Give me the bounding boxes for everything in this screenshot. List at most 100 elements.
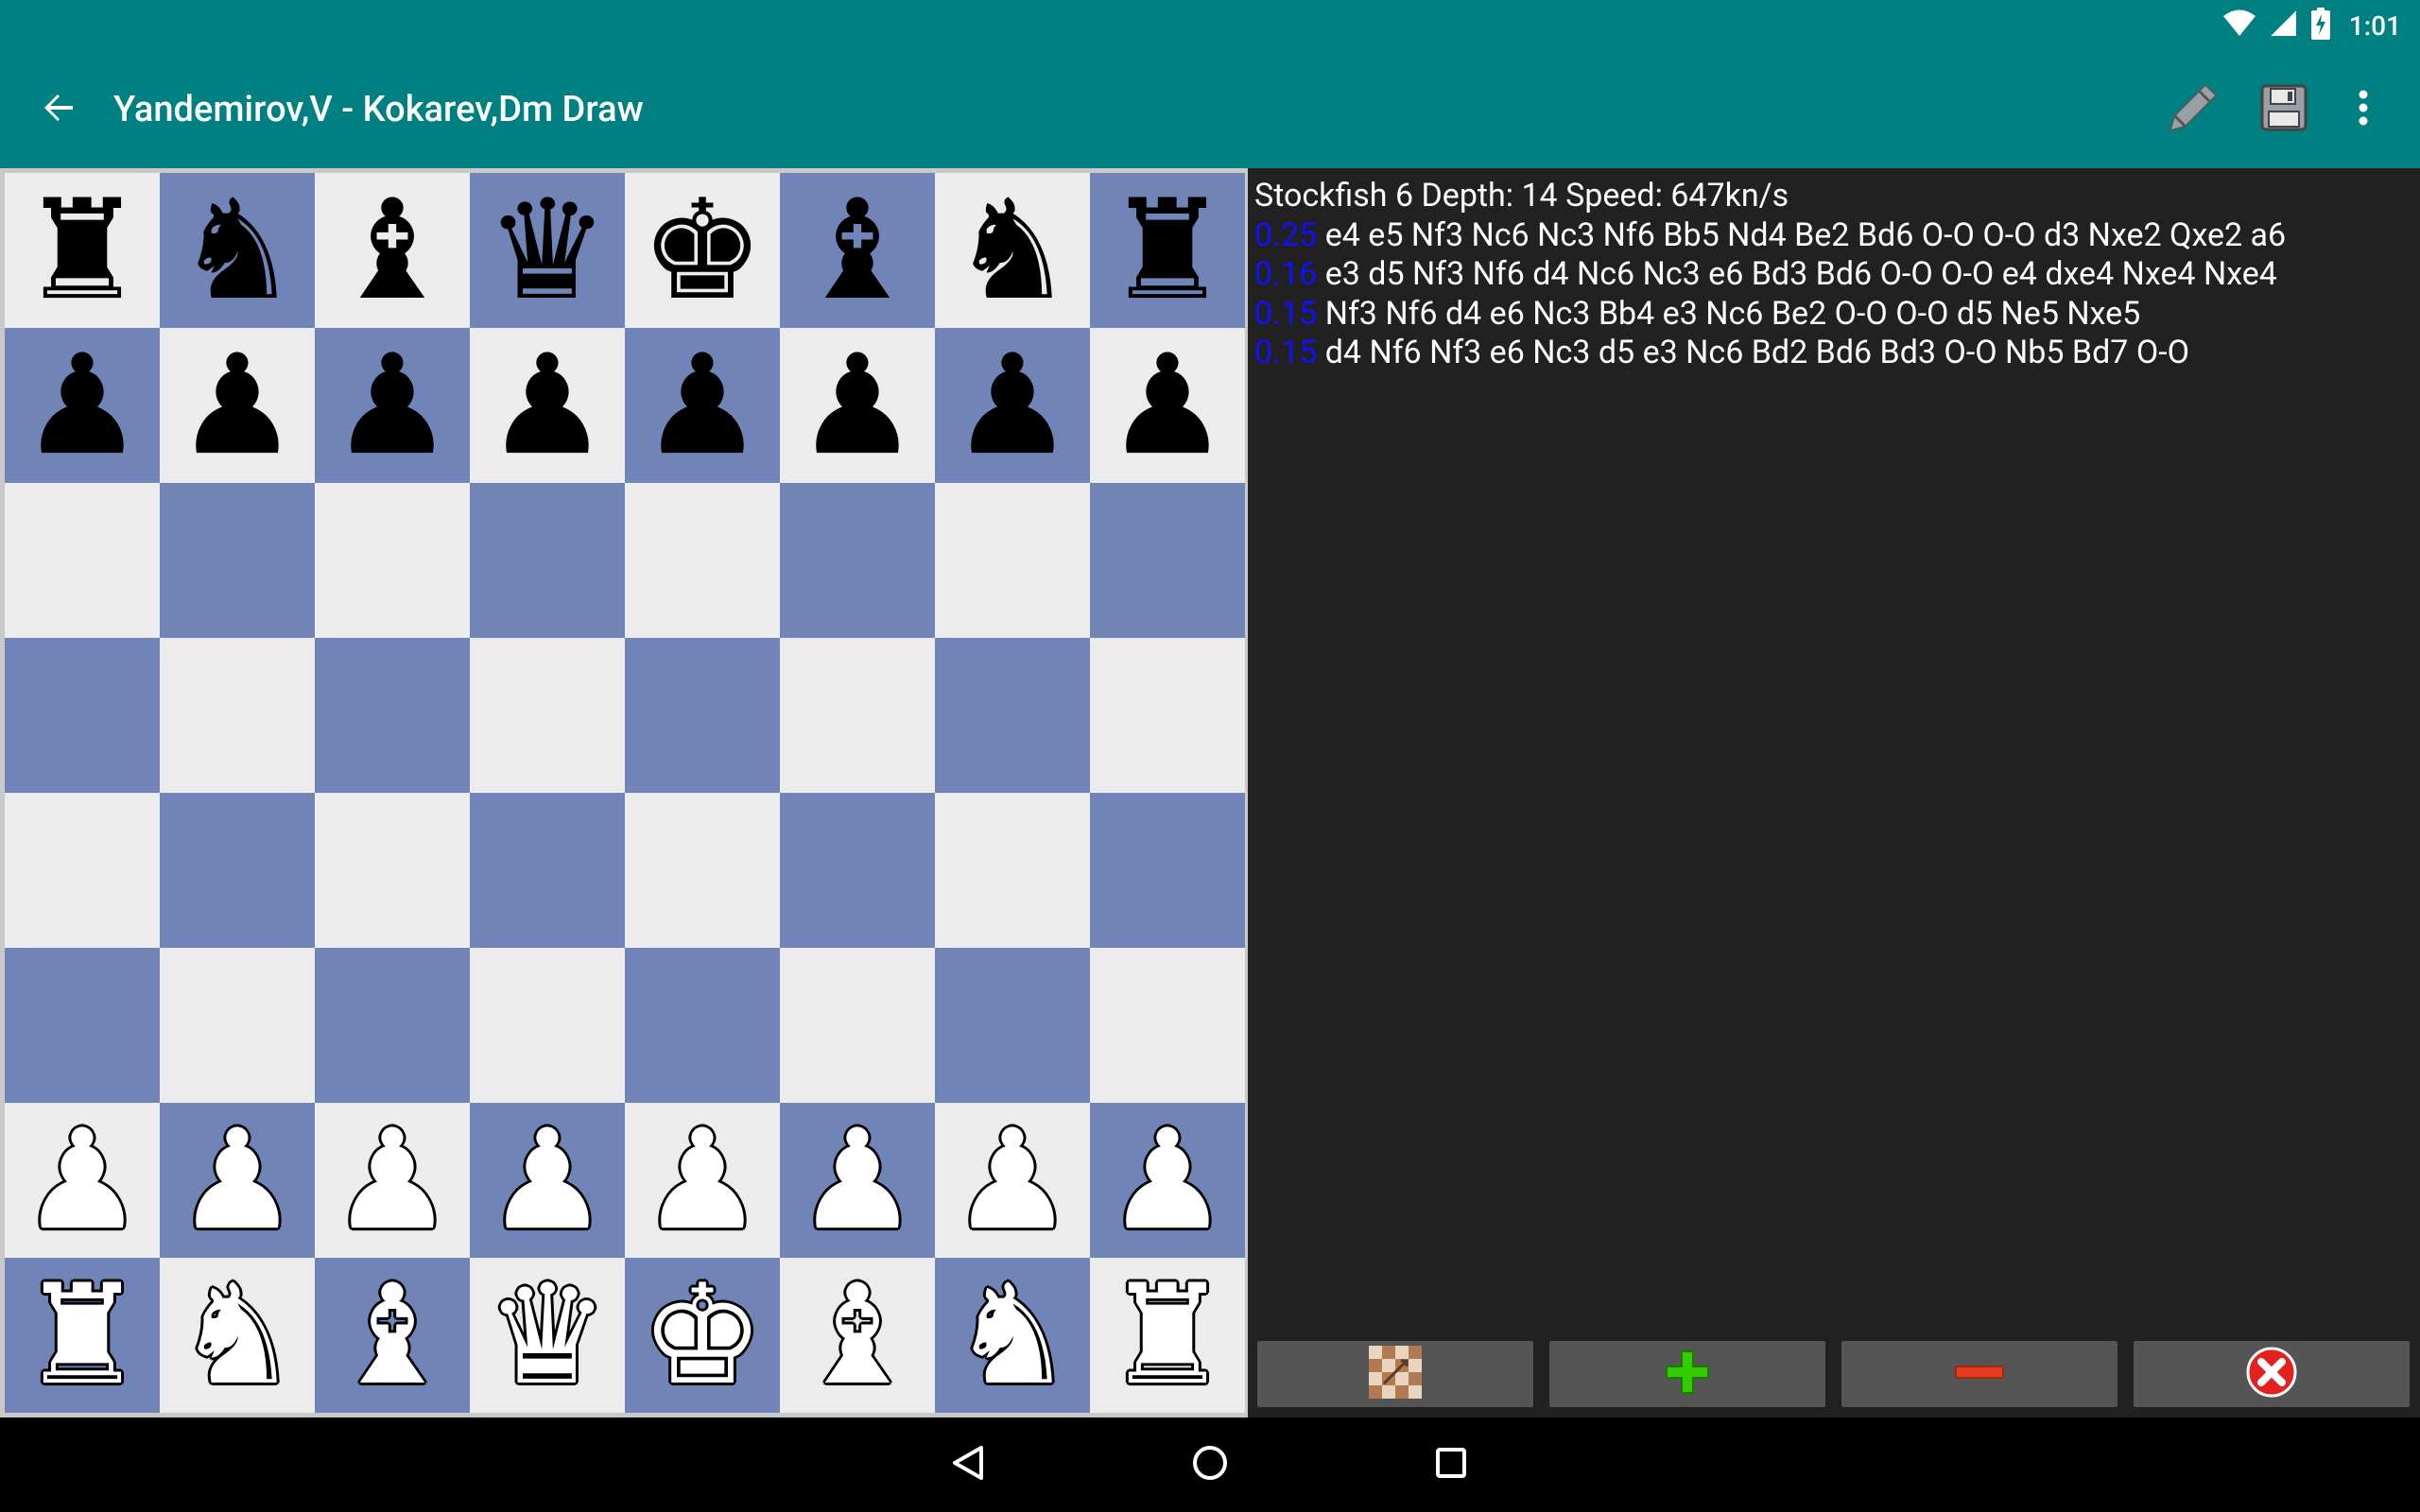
square-f8[interactable]: ♝	[780, 173, 935, 328]
square-d8[interactable]: ♛	[470, 173, 625, 328]
square-h2[interactable]: ♟	[1090, 1103, 1245, 1258]
save-button[interactable]	[2254, 79, 2314, 140]
square-c4[interactable]	[315, 793, 470, 948]
square-f6[interactable]	[780, 483, 935, 638]
square-e1[interactable]: ♚	[625, 1258, 780, 1413]
square-e2[interactable]: ♟	[625, 1103, 780, 1258]
square-h4[interactable]	[1090, 793, 1245, 948]
square-e7[interactable]: ♟	[625, 328, 780, 483]
square-a4[interactable]	[5, 793, 160, 948]
square-d2[interactable]: ♟	[470, 1103, 625, 1258]
black-rook-piece[interactable]: ♜	[1090, 173, 1245, 328]
square-a1[interactable]: ♜	[5, 1258, 160, 1413]
black-pawn-piece[interactable]: ♟	[470, 328, 625, 483]
square-f7[interactable]: ♟	[780, 328, 935, 483]
flip-board-button[interactable]	[1257, 1341, 1533, 1407]
black-pawn-piece[interactable]: ♟	[1090, 328, 1245, 483]
square-c5[interactable]	[315, 638, 470, 793]
square-c6[interactable]	[315, 483, 470, 638]
square-d5[interactable]	[470, 638, 625, 793]
square-e8[interactable]: ♚	[625, 173, 780, 328]
add-engine-line-button[interactable]	[1549, 1341, 1825, 1407]
white-rook-piece[interactable]: ♜	[1090, 1258, 1245, 1413]
white-pawn-piece[interactable]: ♟	[780, 1103, 935, 1258]
nav-recents-button[interactable]	[1421, 1438, 1481, 1491]
white-pawn-piece[interactable]: ♟	[1090, 1103, 1245, 1258]
white-king-piece[interactable]: ♚	[625, 1258, 780, 1413]
square-d3[interactable]	[470, 948, 625, 1103]
black-pawn-piece[interactable]: ♟	[935, 328, 1090, 483]
black-pawn-piece[interactable]: ♟	[315, 328, 470, 483]
square-b5[interactable]	[160, 638, 315, 793]
square-c3[interactable]	[315, 948, 470, 1103]
square-c7[interactable]: ♟	[315, 328, 470, 483]
square-e5[interactable]	[625, 638, 780, 793]
black-pawn-piece[interactable]: ♟	[5, 328, 160, 483]
square-a7[interactable]: ♟	[5, 328, 160, 483]
square-e4[interactable]	[625, 793, 780, 948]
square-f4[interactable]	[780, 793, 935, 948]
edit-button[interactable]	[2163, 79, 2223, 140]
square-b2[interactable]: ♟	[160, 1103, 315, 1258]
black-pawn-piece[interactable]: ♟	[625, 328, 780, 483]
square-b4[interactable]	[160, 793, 315, 948]
square-d6[interactable]	[470, 483, 625, 638]
white-pawn-piece[interactable]: ♟	[315, 1103, 470, 1258]
white-knight-piece[interactable]: ♞	[935, 1258, 1090, 1413]
black-rook-piece[interactable]: ♜	[5, 173, 160, 328]
square-c1[interactable]: ♝	[315, 1258, 470, 1413]
white-pawn-piece[interactable]: ♟	[5, 1103, 160, 1258]
square-c2[interactable]: ♟	[315, 1103, 470, 1258]
nav-home-button[interactable]	[1180, 1438, 1240, 1491]
square-g4[interactable]	[935, 793, 1090, 948]
white-queen-piece[interactable]: ♛	[470, 1258, 625, 1413]
square-e3[interactable]	[625, 948, 780, 1103]
square-a2[interactable]: ♟	[5, 1103, 160, 1258]
white-rook-piece[interactable]: ♜	[5, 1258, 160, 1413]
black-pawn-piece[interactable]: ♟	[780, 328, 935, 483]
black-king-piece[interactable]: ♚	[625, 173, 780, 328]
square-a5[interactable]	[5, 638, 160, 793]
white-pawn-piece[interactable]: ♟	[625, 1103, 780, 1258]
black-pawn-piece[interactable]: ♟	[160, 328, 315, 483]
square-f5[interactable]	[780, 638, 935, 793]
square-c8[interactable]: ♝	[315, 173, 470, 328]
square-b6[interactable]	[160, 483, 315, 638]
white-bishop-piece[interactable]: ♝	[315, 1258, 470, 1413]
square-a8[interactable]: ♜	[5, 173, 160, 328]
square-h8[interactable]: ♜	[1090, 173, 1245, 328]
square-g1[interactable]: ♞	[935, 1258, 1090, 1413]
square-d7[interactable]: ♟	[470, 328, 625, 483]
black-bishop-piece[interactable]: ♝	[315, 173, 470, 328]
white-knight-piece[interactable]: ♞	[160, 1258, 315, 1413]
white-pawn-piece[interactable]: ♟	[470, 1103, 625, 1258]
square-g2[interactable]: ♟	[935, 1103, 1090, 1258]
white-pawn-piece[interactable]: ♟	[935, 1103, 1090, 1258]
square-h1[interactable]: ♜	[1090, 1258, 1245, 1413]
stop-engine-button[interactable]	[2134, 1341, 2410, 1407]
square-h7[interactable]: ♟	[1090, 328, 1245, 483]
square-f3[interactable]	[780, 948, 935, 1103]
square-h6[interactable]	[1090, 483, 1245, 638]
square-d4[interactable]	[470, 793, 625, 948]
square-h5[interactable]	[1090, 638, 1245, 793]
black-bishop-piece[interactable]: ♝	[780, 173, 935, 328]
square-g8[interactable]: ♞	[935, 173, 1090, 328]
square-b7[interactable]: ♟	[160, 328, 315, 483]
square-b3[interactable]	[160, 948, 315, 1103]
black-knight-piece[interactable]: ♞	[935, 173, 1090, 328]
square-g6[interactable]	[935, 483, 1090, 638]
white-pawn-piece[interactable]: ♟	[160, 1103, 315, 1258]
square-f2[interactable]: ♟	[780, 1103, 935, 1258]
chess-board[interactable]: ♜ ♞ ♝ ♛ ♚ ♝ ♞ ♜ ♟ ♟ ♟ ♟ ♟ ♟ ♟ ♟ ♟ ♟ ♟ ♟ ♟ ♟ ♟ ♟ ♜ ♞ ♝ ♛ ♚ ♝ ♞ ♜	[0, 168, 1248, 1418]
square-e6[interactable]	[625, 483, 780, 638]
square-g5[interactable]	[935, 638, 1090, 793]
square-d1[interactable]: ♛	[470, 1258, 625, 1413]
square-g3[interactable]	[935, 948, 1090, 1103]
nav-back-button[interactable]	[938, 1438, 998, 1491]
square-b8[interactable]: ♞	[160, 173, 315, 328]
black-knight-piece[interactable]: ♞	[160, 173, 315, 328]
black-queen-piece[interactable]: ♛	[470, 173, 625, 328]
square-f1[interactable]: ♝	[780, 1258, 935, 1413]
square-b1[interactable]: ♞	[160, 1258, 315, 1413]
